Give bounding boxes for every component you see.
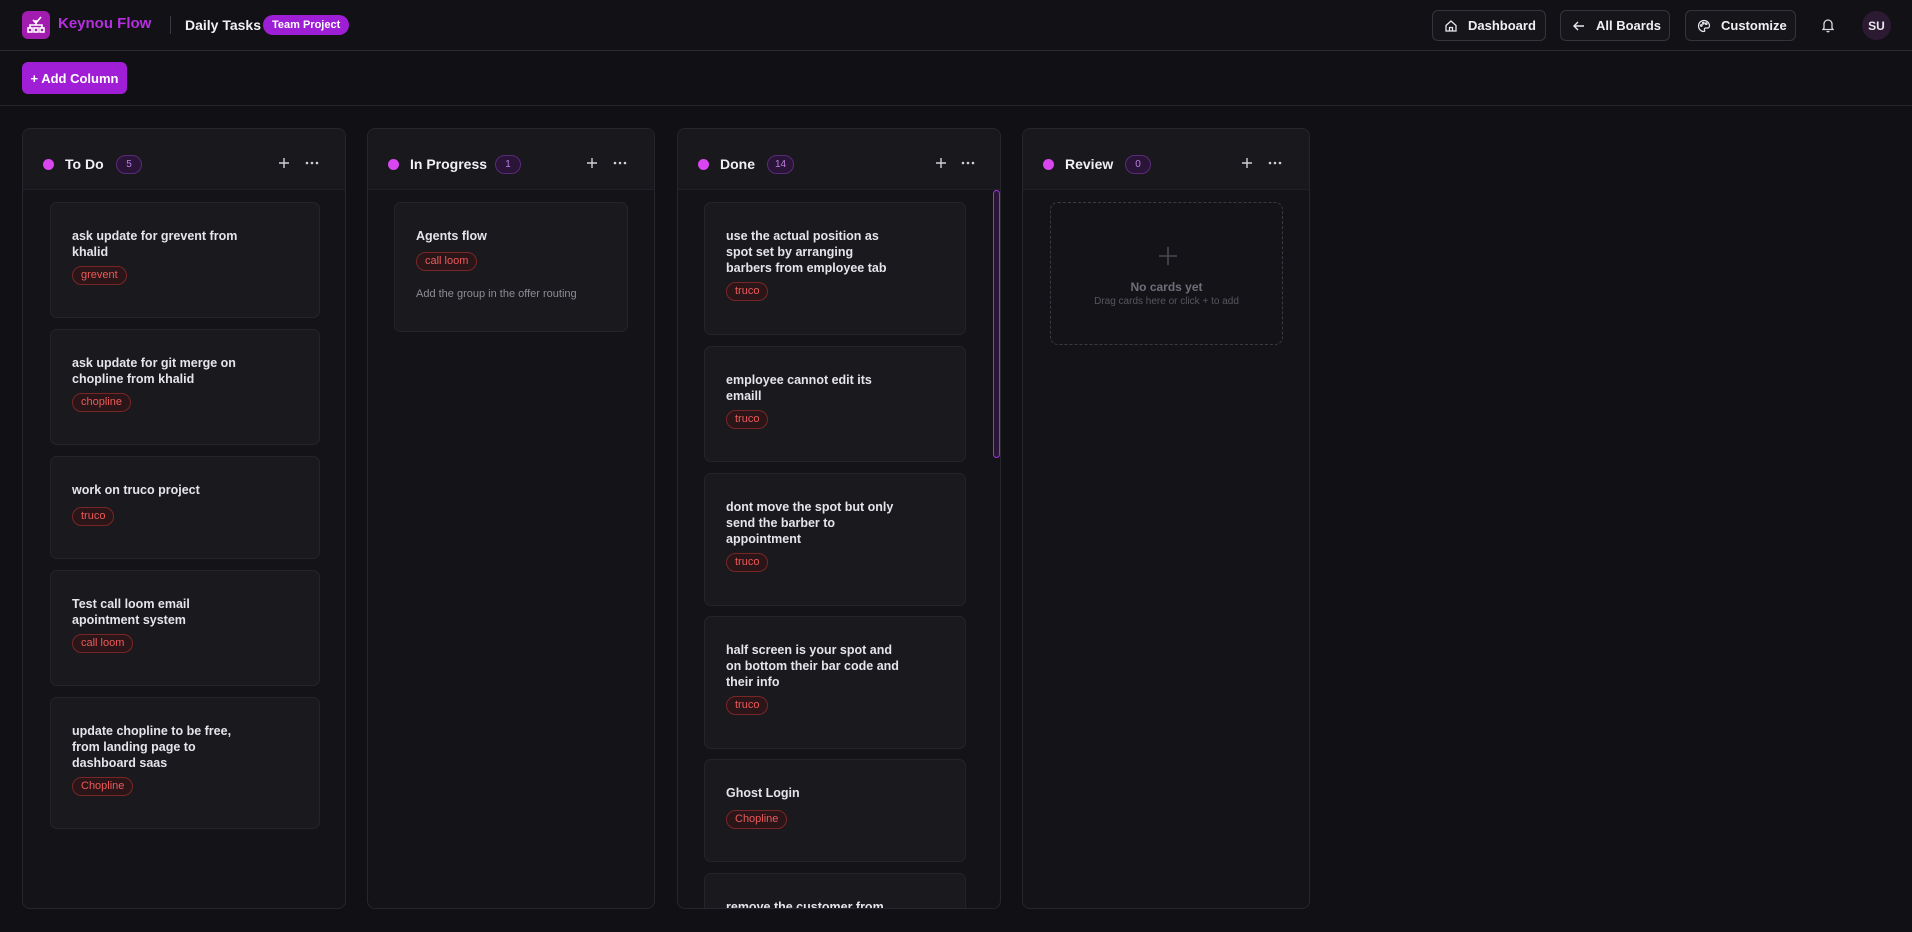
more-horizontal-icon[interactable]	[611, 155, 629, 171]
bell-icon[interactable]	[1820, 17, 1836, 33]
plus-icon[interactable]	[1239, 155, 1255, 171]
column-count-badge: 0	[1125, 155, 1151, 174]
plus-icon	[1159, 247, 1177, 265]
column-to-do: To Do 5 ask update for grevent from khal…	[22, 128, 346, 909]
logo-icon[interactable]	[22, 11, 50, 39]
column-title: In Progress	[410, 156, 488, 172]
all-boards-button[interactable]: All Boards	[1560, 10, 1670, 41]
all-boards-label: All Boards	[1596, 18, 1662, 33]
card-title: employee cannot edit its emaill	[726, 373, 872, 403]
arrow-left-icon	[1573, 21, 1584, 30]
card-tag: call loom	[416, 252, 478, 271]
palette-icon	[1697, 19, 1711, 32]
toolbar: + Add Column	[0, 51, 1912, 106]
top-bar: Keynou Flow Daily Tasks Team Project Das…	[0, 0, 1912, 51]
task-card[interactable]: Test call loom email apointment system c…	[50, 570, 320, 686]
task-card[interactable]: employee cannot edit its emaill truco	[704, 346, 966, 462]
card-tag: Chopline	[72, 777, 134, 796]
empty-title: No cards yet	[1130, 280, 1203, 294]
task-card[interactable]: Agents flow call loom Add the group in t…	[394, 202, 628, 332]
card-title: dont move the spot but only send the bar…	[726, 500, 894, 546]
app-name[interactable]: Keynou Flow	[58, 15, 151, 32]
column-title: Done	[720, 156, 755, 172]
card-title: work on truco project	[72, 483, 200, 497]
plus-icon[interactable]	[584, 155, 600, 171]
card-title: half screen is your spot and on bottom t…	[726, 643, 899, 689]
column-scrollbar[interactable]	[993, 190, 1000, 458]
column-header: To Do 5	[23, 129, 345, 190]
task-card[interactable]: ask update for git merge on chopline fro…	[50, 329, 320, 445]
task-card[interactable]: remove the customer from	[704, 873, 966, 909]
column-header: Done 14	[678, 129, 1000, 190]
task-card[interactable]: work on truco project truco	[50, 456, 320, 559]
task-card[interactable]: Ghost Login Chopline	[704, 759, 966, 862]
more-horizontal-icon[interactable]	[303, 155, 321, 171]
more-horizontal-icon[interactable]	[959, 155, 977, 171]
column-count-badge: 14	[767, 155, 795, 174]
card-tag: truco	[726, 282, 769, 301]
column-header: In Progress 1	[368, 129, 654, 190]
team-project-badge: Team Project	[263, 15, 350, 35]
column-title: To Do	[65, 156, 104, 172]
column-dot	[388, 159, 399, 170]
plus-icon[interactable]	[933, 155, 949, 171]
card-title: use the actual position as spot set by a…	[726, 229, 887, 275]
column-header: Review 0	[1023, 129, 1309, 190]
column-count-badge: 1	[495, 155, 521, 174]
column-dot	[1043, 159, 1054, 170]
customize-button[interactable]: Customize	[1685, 10, 1796, 41]
card-title: Test call loom email apointment system	[72, 597, 190, 627]
card-title: Ghost Login	[726, 786, 800, 800]
column-review: Review 0 No cards yet Drag cards here or…	[1022, 128, 1310, 909]
card-title: update chopline to be free, from landing…	[72, 724, 232, 770]
column-dot	[698, 159, 709, 170]
home-icon	[1445, 19, 1457, 32]
card-tag: grevent	[72, 266, 127, 285]
card-tag: truco	[72, 507, 115, 526]
dashboard-label: Dashboard	[1468, 18, 1536, 33]
add-column-button[interactable]: + Add Column	[22, 62, 127, 94]
card-tag: truco	[726, 553, 769, 572]
column-dot	[43, 159, 54, 170]
column-title: Review	[1065, 156, 1114, 172]
card-tag: call loom	[72, 634, 134, 653]
customize-label: Customize	[1721, 18, 1787, 33]
card-title: remove the customer from	[726, 900, 884, 909]
avatar[interactable]: SU	[1862, 11, 1891, 40]
task-card[interactable]: ask update for grevent from khalid greve…	[50, 202, 320, 318]
plus-icon[interactable]	[276, 155, 292, 171]
card-description: Add the group in the offer routing	[416, 288, 577, 300]
card-tag: Chopline	[726, 810, 788, 829]
dashboard-button[interactable]: Dashboard	[1432, 10, 1546, 41]
header-divider	[170, 16, 171, 34]
card-tag: chopline	[72, 393, 131, 412]
task-card[interactable]: half screen is your spot and on bottom t…	[704, 616, 966, 749]
task-card[interactable]: use the actual position as spot set by a…	[704, 202, 966, 335]
card-title: ask update for grevent from khalid	[72, 229, 238, 259]
column-done: Done 14 use the actual position as spot …	[677, 128, 1001, 909]
more-horizontal-icon[interactable]	[1266, 155, 1284, 171]
column-count-badge: 5	[116, 155, 142, 174]
card-title: ask update for git merge on chopline fro…	[72, 356, 236, 386]
task-card[interactable]: dont move the spot but only send the bar…	[704, 473, 966, 606]
card-title: Agents flow	[416, 229, 487, 243]
task-card[interactable]: update chopline to be free, from landing…	[50, 697, 320, 829]
column-in-progress: In Progress 1 Agents flow call loom Add …	[367, 128, 655, 909]
card-tag: truco	[726, 696, 769, 715]
card-tag: truco	[726, 410, 769, 429]
empty-drop-zone[interactable]: No cards yet Drag cards here or click + …	[1050, 202, 1283, 345]
board-title: Daily Tasks	[185, 17, 262, 33]
empty-subtitle: Drag cards here or click + to add	[1094, 296, 1239, 307]
